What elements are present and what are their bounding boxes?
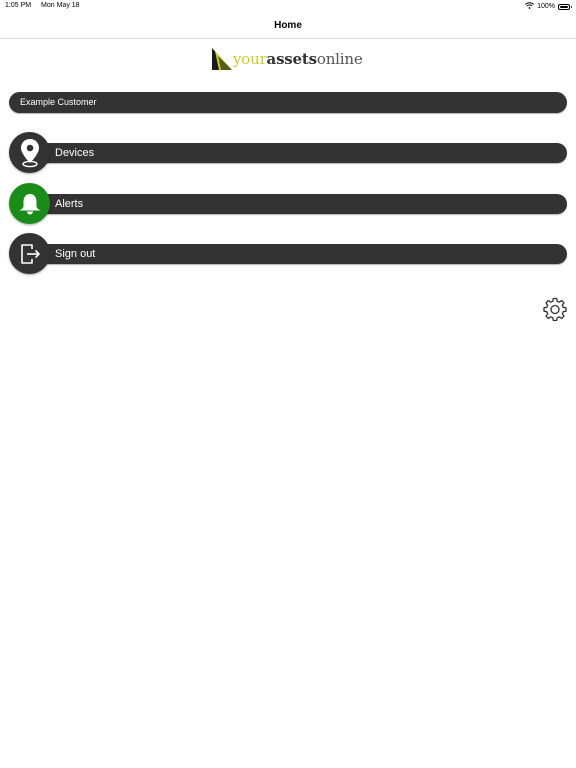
battery-icon [558,3,572,10]
alerts-circle [9,183,50,224]
menu-item-alerts[interactable]: Alerts [9,183,567,225]
app-logo: yourassetsonline [212,48,363,70]
sign-out-icon [20,243,40,264]
customer-name: Example Customer [20,97,97,107]
sign-out-circle [9,233,50,274]
menu-bar [27,194,567,214]
gear-icon [543,297,567,322]
bell-icon [19,193,40,214]
status-date: Mon May 18 [41,2,80,9]
logo-text: yourassetsonline [233,50,363,68]
customer-name-bar: Example Customer [9,92,567,113]
settings-button[interactable] [543,297,567,322]
wifi-icon [525,2,534,11]
menu-label-alerts: Alerts [55,198,84,210]
page-title: Home [274,20,302,31]
menu-item-sign-out[interactable]: Sign out [9,233,567,275]
menu-bar [27,143,567,163]
menu-item-devices[interactable]: Devices [9,132,567,174]
status-bar: 1:05 PM Mon May 18 100% [0,0,576,12]
menu-label-sign-out: Sign out [55,248,96,260]
menu-bar [27,244,567,264]
battery-percent: 100% [537,3,555,10]
logo-mark-icon [212,48,232,70]
status-time: 1:05 PM [5,2,32,9]
devices-circle [9,132,50,173]
location-pin-icon [20,138,39,167]
navigation-bar: Home [0,12,576,39]
menu-label-devices: Devices [55,147,95,159]
